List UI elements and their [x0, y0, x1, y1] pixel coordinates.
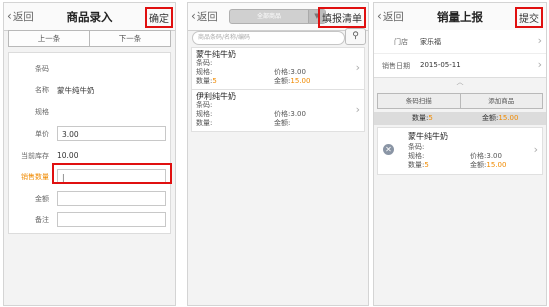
- summary-bar: 数量:5 金额:15.00: [374, 112, 546, 125]
- spec-row: 规格: [9, 102, 170, 122]
- nav-bar: ‹返回 全部商品 ▼ 填报清单: [188, 3, 368, 31]
- item-amount: 金额:15.00: [470, 161, 507, 169]
- action-buttons: 条码扫描 添加商品: [377, 93, 543, 109]
- note-row: 备注: [9, 210, 170, 230]
- category-filter-dropdown[interactable]: 全部商品 ▼: [229, 9, 326, 24]
- submit-button[interactable]: 提交: [515, 7, 543, 28]
- stock-label: 当前库存: [21, 152, 49, 160]
- nav-bar: ‹返回 商品录入 确定: [4, 3, 175, 31]
- nav-bar: ‹返回 销量上报 提交: [374, 3, 546, 31]
- date-label: 销售日期: [382, 62, 410, 70]
- spec-label: 规格: [35, 108, 49, 116]
- amount-input[interactable]: [57, 191, 166, 206]
- item-qty: 数量:: [196, 119, 213, 127]
- list-item[interactable]: 蒙牛纯牛奶 条码: 规格: 数量:5 价格:3.00 金额:15.00 ›: [191, 47, 365, 90]
- screen-sales-report: ‹返回 销量上报 提交 门店 家乐福 › 销售日期 2015-05-11 › ︿…: [373, 2, 547, 306]
- add-product-button[interactable]: 添加商品: [461, 94, 543, 108]
- store-label: 门店: [394, 38, 408, 46]
- qty-label: 销售数量: [21, 173, 49, 181]
- record-pager: 上一条 下一条: [8, 30, 171, 47]
- name-label: 名称: [35, 86, 49, 94]
- search-button[interactable]: ⚲: [345, 28, 366, 45]
- note-input[interactable]: [57, 212, 166, 227]
- price-input[interactable]: 3.00: [57, 126, 166, 141]
- remove-item-icon[interactable]: ✕: [383, 144, 394, 155]
- price-label: 单价: [35, 130, 49, 138]
- name-row: 名称 蒙牛纯牛奶: [9, 80, 170, 100]
- report-header: 门店 家乐福 › 销售日期 2015-05-11 ›: [374, 30, 546, 78]
- chevron-left-icon: ‹: [191, 9, 196, 23]
- product-form: 条码 名称 蒙牛纯牛奶 规格 单价 3.00 当前库存 10.00 销售数量 |…: [8, 52, 171, 234]
- back-button[interactable]: ‹返回: [191, 9, 218, 24]
- chevron-right-icon: ›: [533, 143, 538, 156]
- search-input[interactable]: 商品条码/名称/编码: [192, 31, 345, 45]
- amount-row: 金额: [9, 189, 170, 209]
- price-row: 单价 3.00: [9, 124, 170, 144]
- report-list-button[interactable]: 填报清单: [318, 7, 366, 28]
- stock-value: 10.00: [57, 151, 79, 160]
- store-value: 家乐福: [420, 38, 441, 46]
- date-value: 2015-05-11: [420, 61, 461, 69]
- list-item[interactable]: ✕ 蒙牛纯牛奶 条码: 规格: 数量:5 价格:3.00 金额:15.00 ›: [377, 127, 543, 175]
- summary-amount: 金额:15.00: [482, 114, 519, 122]
- store-row[interactable]: 门店 家乐福 ›: [374, 30, 546, 54]
- summary-qty: 数量:5: [412, 114, 433, 122]
- prev-record-button[interactable]: 上一条: [9, 31, 90, 46]
- note-label: 备注: [35, 216, 49, 224]
- filter-label: 全部商品: [256, 13, 281, 20]
- confirm-button[interactable]: 确定: [145, 7, 173, 28]
- qty-highlight-box: [52, 163, 172, 184]
- chevron-right-icon: ›: [355, 61, 360, 74]
- chevron-right-icon: ›: [355, 103, 360, 116]
- item-qty: 数量:5: [196, 77, 217, 85]
- date-row[interactable]: 销售日期 2015-05-11 ›: [374, 54, 546, 77]
- collapse-chevron-icon[interactable]: ︿: [374, 77, 546, 87]
- barcode-label: 条码: [35, 65, 49, 73]
- chevron-right-icon: ›: [537, 34, 542, 47]
- chevron-right-icon: ›: [537, 58, 542, 71]
- barcode-scan-button[interactable]: 条码扫描: [378, 94, 461, 108]
- next-record-button[interactable]: 下一条: [90, 31, 170, 46]
- search-icon: ⚲: [352, 31, 359, 41]
- barcode-row: 条码: [9, 59, 170, 79]
- list-item[interactable]: 伊利纯牛奶 条码: 规格: 数量: 价格:3.00 金额: ›: [191, 89, 365, 132]
- screen-product-list: ‹返回 全部商品 ▼ 填报清单 商品条码/名称/编码 ⚲ 蒙牛纯牛奶 条码: 规…: [187, 2, 369, 306]
- screen-product-entry: ‹返回 商品录入 确定 上一条 下一条 条码 名称 蒙牛纯牛奶 规格 单价 3.…: [3, 2, 176, 306]
- item-amount: 金额:15.00: [274, 77, 311, 85]
- item-name: 蒙牛纯牛奶: [408, 132, 448, 141]
- amount-label: 金额: [35, 195, 49, 203]
- item-qty: 数量:5: [408, 161, 429, 169]
- name-value: 蒙牛纯牛奶: [57, 86, 95, 95]
- item-amount: 金额:: [274, 119, 291, 127]
